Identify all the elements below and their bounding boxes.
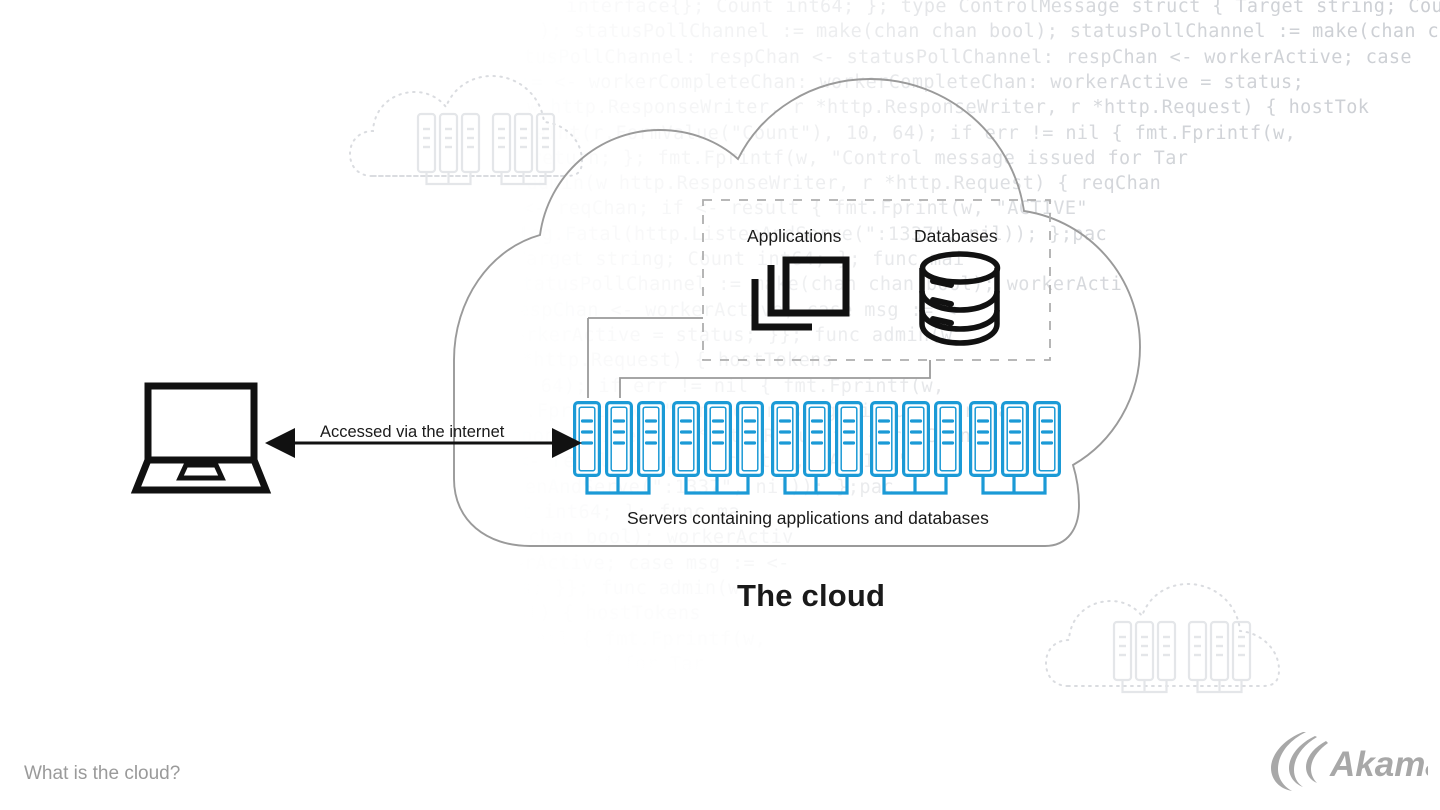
akamai-wordmark: Akamai (1329, 745, 1428, 784)
servers-caption: Servers containing applications and data… (627, 508, 989, 528)
connector-databases (619, 360, 931, 398)
internet-arrow-label: Accessed via the internet (320, 423, 505, 441)
server-rack-row (575, 403, 1060, 493)
server-group (674, 403, 763, 493)
databases-icon (919, 251, 1001, 346)
laptop-icon (130, 382, 272, 494)
akamai-wave-icon (1271, 732, 1328, 791)
server-group (773, 403, 862, 493)
diagram-canvas: interface{}; Count int64; }; type Contro… (0, 0, 1440, 810)
main-diagram-layer (130, 78, 1141, 547)
page-caption: What is the cloud? (24, 763, 181, 784)
server-group (575, 403, 664, 493)
applications-label: Applications (747, 226, 842, 246)
databases-label: Databases (914, 226, 998, 246)
server-group (971, 403, 1060, 493)
applications-icon (751, 256, 850, 331)
server-group (872, 403, 961, 493)
akamai-logo-svg: Akamai (1271, 732, 1440, 791)
diagram-title: The cloud (737, 578, 886, 613)
akamai-logo: Akamai (1268, 726, 1440, 796)
